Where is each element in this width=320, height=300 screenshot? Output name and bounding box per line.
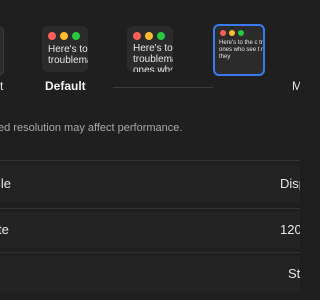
- window-controls: [133, 32, 165, 40]
- zoom-dot-icon: [72, 32, 80, 40]
- close-dot-icon: [48, 32, 56, 40]
- window-controls: [48, 32, 80, 40]
- resolution-option-default-label: Default: [45, 79, 86, 93]
- resolution-option-default-thumbnail[interactable]: Here's to t troublemake: [42, 26, 88, 72]
- settings-row-rotation[interactable]: St: [0, 256, 300, 292]
- window-controls: [220, 30, 244, 36]
- minimize-dot-icon: [145, 32, 153, 40]
- resolution-option-more-space-thumbnail[interactable]: Here's to the c troublemakers ones who s…: [213, 24, 265, 76]
- zoom-dot-icon: [238, 30, 244, 36]
- display-settings-panel: xt Here's to t troublemake Default Here'…: [0, 0, 300, 300]
- preview-text: Here's to t troublemake: [48, 44, 88, 66]
- resolution-option-more-space-label: M: [292, 79, 300, 93]
- resolution-slider-track: [113, 87, 213, 88]
- close-dot-icon: [133, 32, 141, 40]
- settings-row-color-profile[interactable]: ile Disp: [0, 166, 300, 202]
- settings-row-refresh-rate[interactable]: te 120: [0, 212, 300, 248]
- preview-text: Here's to the c troublemakers ones who s…: [219, 40, 264, 60]
- section-divider: [0, 160, 300, 161]
- resolution-option-larger-text-label: xt: [0, 79, 4, 93]
- row-label: ile: [0, 176, 12, 191]
- close-dot-icon: [220, 30, 226, 36]
- row-label: te: [0, 222, 9, 237]
- resolution-option-larger-text-thumbnail[interactable]: [0, 26, 4, 76]
- row-divider: [0, 208, 300, 209]
- row-divider: [0, 252, 300, 253]
- row-value: Disp: [280, 176, 300, 191]
- preview-text: Here's to t troublema ones who: [133, 43, 173, 72]
- minimize-dot-icon: [229, 30, 235, 36]
- row-value: 120: [280, 222, 300, 237]
- resolution-warning-text: ed resolution may affect performance.: [0, 122, 183, 134]
- zoom-dot-icon: [157, 32, 165, 40]
- minimize-dot-icon: [60, 32, 68, 40]
- row-value: St: [288, 266, 300, 281]
- resolution-option-medium-thumbnail[interactable]: Here's to t troublema ones who: [127, 26, 173, 72]
